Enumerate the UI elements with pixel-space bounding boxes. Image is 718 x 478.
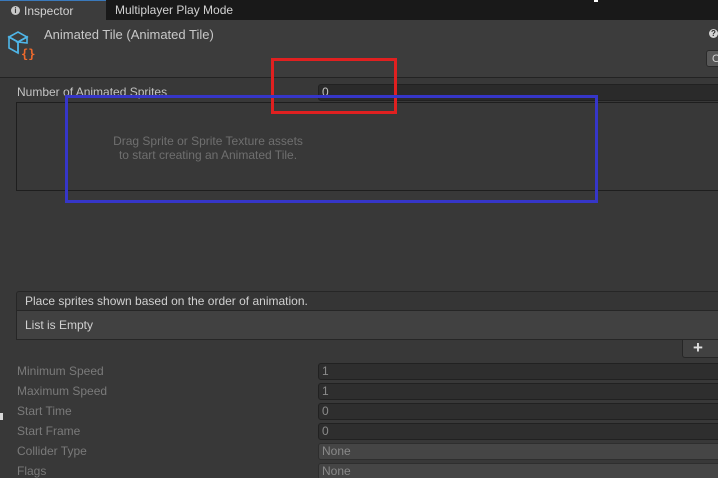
divider xyxy=(594,0,598,2)
blue-highlight-box xyxy=(65,95,598,203)
collider-type-dropdown[interactable]: None xyxy=(318,443,718,460)
page-title: Animated Tile (Animated Tile) xyxy=(44,27,214,42)
inspector-window: i Inspector Multiplayer Play Mode {} Ani… xyxy=(0,0,718,478)
maximum-speed-field[interactable]: 1 xyxy=(318,383,718,400)
flags-dropdown[interactable]: None xyxy=(318,463,718,478)
start-frame-label: Start Frame xyxy=(17,424,81,438)
minimum-speed-label: Minimum Speed xyxy=(17,364,104,378)
help-icon[interactable]: ? xyxy=(709,29,718,38)
sprite-list-header: Place sprites shown based on the order o… xyxy=(16,291,718,311)
sprite-list-empty: List is Empty xyxy=(16,311,718,340)
start-time-field[interactable]: 0 xyxy=(318,403,718,420)
start-time-label: Start Time xyxy=(17,404,72,418)
start-frame-field[interactable]: 0 xyxy=(318,423,718,440)
tab-inspector[interactable]: i Inspector xyxy=(0,0,106,20)
flags-label: Flags xyxy=(17,464,47,478)
tab-multiplayer-play-mode[interactable]: Multiplayer Play Mode xyxy=(115,0,233,20)
maximum-speed-label: Maximum Speed xyxy=(17,384,108,398)
svg-text:{}: {} xyxy=(21,47,35,61)
open-button[interactable]: O xyxy=(706,50,718,67)
tab-inspector-label: Inspector xyxy=(24,4,74,18)
add-sprite-button[interactable]: + xyxy=(688,338,708,358)
minimum-speed-field[interactable]: 1 xyxy=(318,363,718,380)
animated-tile-icon: {} xyxy=(7,31,35,61)
tab-multiplayer-label: Multiplayer Play Mode xyxy=(115,3,234,17)
info-icon: i xyxy=(11,6,20,15)
collider-type-label: Collider Type xyxy=(17,444,87,458)
tab-bar: i Inspector Multiplayer Play Mode xyxy=(0,0,718,20)
window-edge-marker xyxy=(0,413,3,420)
